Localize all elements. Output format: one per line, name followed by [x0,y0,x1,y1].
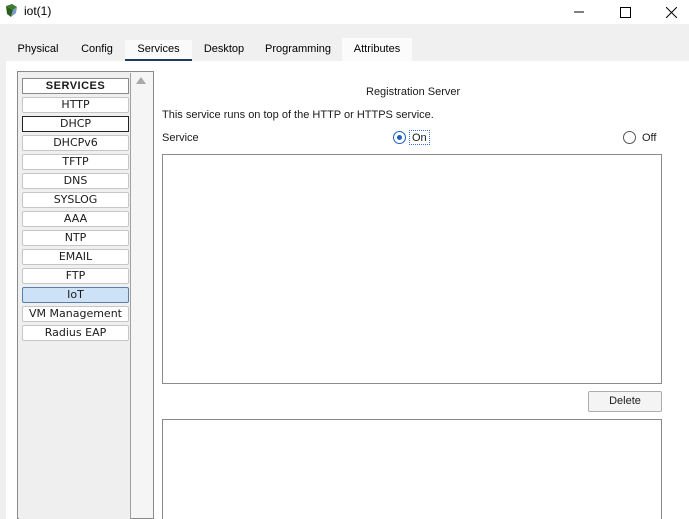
services-header: SERVICES [22,78,129,94]
tab-bar: Physical Config Services Desktop Program… [0,24,689,62]
panel-title: Registration Server [366,86,461,98]
close-icon [665,6,677,18]
sidebar-item-aaa[interactable]: AAA [22,211,129,227]
maximize-button[interactable] [602,0,648,24]
sidebar-item-syslog[interactable]: SYSLOG [22,192,129,208]
sidebar-item-http[interactable]: HTTP [22,97,129,113]
tab-programming[interactable]: Programming [260,40,336,62]
title-bar: iot(1) [0,0,689,24]
sidebar-item-vm-management[interactable]: VM Management [22,306,129,322]
services-sidebar: SERVICES HTTP DHCP DHCPv6 TFTP DNS SYSLO… [17,71,154,519]
sidebar-item-email[interactable]: EMAIL [22,249,129,265]
details-area[interactable] [162,419,662,519]
sidebar-scrollbar[interactable] [131,72,153,518]
sidebar-item-iot[interactable]: IoT [22,287,129,303]
minimize-button[interactable] [556,0,602,24]
service-on-radio[interactable] [393,131,406,144]
service-description: This service runs on top of the HTTP or … [162,109,434,121]
sidebar-item-ntp[interactable]: NTP [22,230,129,246]
tab-physical[interactable]: Physical [12,40,64,62]
services-list: SERVICES HTTP DHCP DHCPv6 TFTP DNS SYSLO… [19,73,131,519]
window-title: iot(1) [24,4,52,18]
sidebar-item-ftp[interactable]: FTP [22,268,129,284]
sidebar-item-radius-eap[interactable]: Radius EAP [22,325,129,341]
maximize-icon [619,6,631,18]
tab-desktop[interactable]: Desktop [198,40,250,62]
sidebar-item-dns[interactable]: DNS [22,173,129,189]
service-off-label[interactable]: Off [642,132,656,144]
sidebar-item-dhcpv6[interactable]: DHCPv6 [22,135,129,151]
sidebar-item-tftp[interactable]: TFTP [22,154,129,170]
tab-config[interactable]: Config [76,40,118,62]
tab-attributes[interactable]: Attributes [344,40,410,62]
registration-list[interactable] [162,154,662,384]
tab-services[interactable]: Services [125,40,192,62]
delete-button[interactable]: Delete [588,391,662,412]
scroll-up-icon[interactable] [136,77,146,84]
service-label: Service [162,132,199,144]
app-icon [4,3,20,19]
service-on-label[interactable]: On [409,130,430,145]
close-button[interactable] [648,0,689,24]
sidebar-item-dhcp[interactable]: DHCP [22,116,129,132]
minimize-icon [574,11,584,13]
service-off-radio[interactable] [623,131,636,144]
services-content: SERVICES HTTP DHCP DHCPv6 TFTP DNS SYSLO… [6,61,689,519]
